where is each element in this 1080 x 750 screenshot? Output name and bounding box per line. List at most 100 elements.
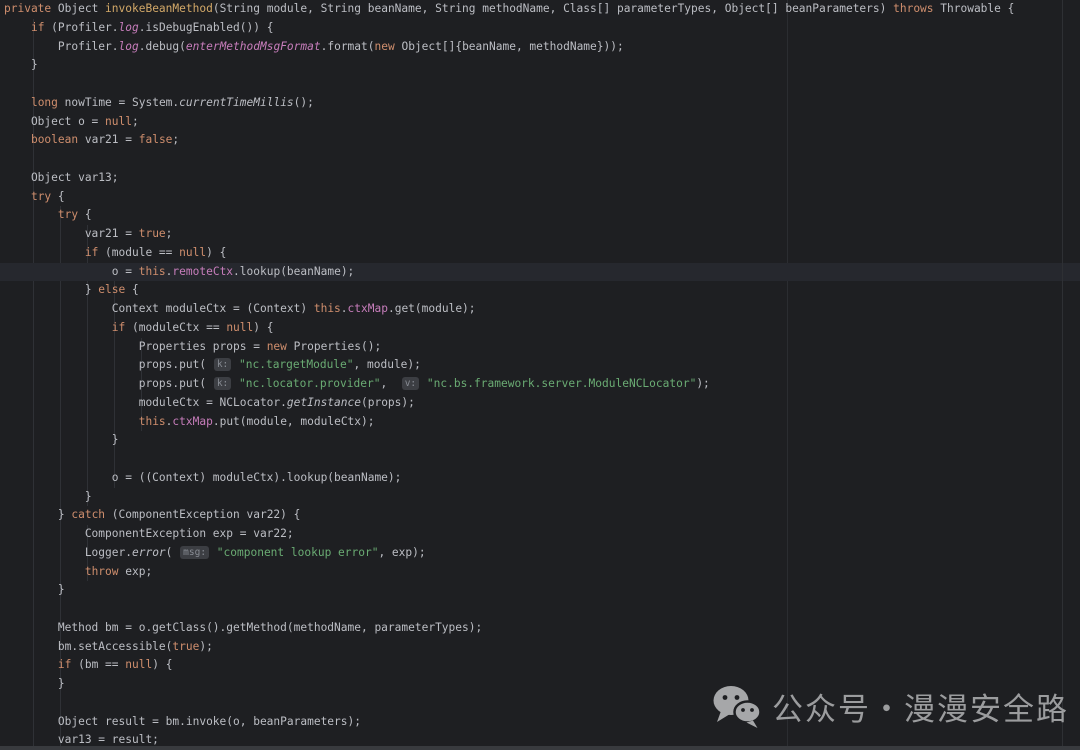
code-token: Object result = bm.invoke(o, beanParamet… [4, 715, 361, 728]
code-token: { [51, 190, 64, 203]
code-token: true [139, 227, 166, 240]
code-token [4, 658, 58, 671]
code-token: { [78, 208, 91, 221]
code-token: moduleCtx = NCLocator. [4, 396, 287, 409]
code-token: null [105, 115, 132, 128]
code-token: , exp); [378, 546, 425, 559]
code-token [4, 133, 31, 146]
code-token: } [4, 433, 119, 446]
code-token: ComponentException exp = var22; [4, 527, 294, 540]
code-token: bm.setAccessible( [4, 640, 172, 653]
code-token: "component lookup error" [217, 546, 379, 559]
code-token: false [139, 133, 173, 146]
code-token: o = ((Context) moduleCtx).lookup(beanNam… [4, 471, 401, 484]
code-token: o = [4, 265, 139, 278]
code-token: var21 = [4, 227, 139, 240]
code-token [420, 377, 427, 390]
code-token: new [267, 340, 287, 353]
code-token: } [4, 677, 65, 690]
code-token: "nc.locator.provider" [239, 377, 380, 390]
code-token: Throwable { [934, 2, 1015, 15]
code-editor[interactable]: private Object invokeBeanMethod(String m… [0, 0, 1080, 750]
code-line: try { [4, 188, 1080, 207]
code-token: currentTimeMillis [179, 96, 294, 109]
code-token: long [31, 96, 58, 109]
code-line: } [4, 581, 1080, 600]
code-token: . [341, 302, 348, 315]
code-line: var21 = true; [4, 225, 1080, 244]
code-token: (module == [98, 246, 179, 259]
inlay-hint: k: [214, 377, 231, 390]
code-line: } [4, 431, 1080, 450]
code-token [4, 565, 85, 578]
code-line: throw exp; [4, 563, 1080, 582]
code-line: Profiler.log.debug(enterMethodMsgFormat.… [4, 38, 1080, 57]
code-token: log [119, 40, 139, 53]
code-line: try { [4, 206, 1080, 225]
code-line [4, 150, 1080, 169]
code-token: } [4, 490, 92, 503]
code-token: } [4, 583, 65, 596]
code-token: } [4, 58, 38, 71]
code-token: Method bm = o.getClass().getMethod(metho… [4, 621, 482, 634]
code-token: Context moduleCtx = (Context) [4, 302, 314, 315]
code-token: ; [132, 115, 139, 128]
code-line [4, 600, 1080, 619]
code-token: try [31, 190, 51, 203]
code-token: boolean [31, 133, 78, 146]
code-line: Properties props = new Properties(); [4, 338, 1080, 357]
code-token: var13 = result; [4, 733, 159, 746]
code-token: ctxMap [172, 415, 212, 428]
code-token: Properties(); [287, 340, 381, 353]
code-token: new [375, 40, 395, 53]
code-token: ) { [206, 246, 226, 259]
code-token: error [132, 546, 166, 559]
code-token: throws [893, 2, 933, 15]
code-line: props.put( k: "nc.locator.provider", v: … [4, 375, 1080, 394]
code-token: } [4, 283, 98, 296]
code-token [4, 321, 112, 334]
code-token [4, 96, 31, 109]
code-token: , module); [354, 358, 421, 371]
code-token: (bm == [71, 658, 125, 671]
code-token [4, 190, 31, 203]
code-token: if [58, 658, 71, 671]
code-token: throw [85, 565, 119, 578]
code-token: null [125, 658, 152, 671]
code-line: } [4, 488, 1080, 507]
code-token: Object [51, 2, 105, 15]
code-token: Object var13; [4, 171, 119, 184]
code-token: .debug( [139, 40, 186, 53]
code-token: null [226, 321, 253, 334]
code-token: try [58, 208, 78, 221]
code-token: (ComponentException var22) { [105, 508, 300, 521]
code-token: catch [71, 508, 105, 521]
code-token: else [98, 283, 125, 296]
code-area[interactable]: private Object invokeBeanMethod(String m… [0, 0, 1080, 750]
code-line: } catch (ComponentException var22) { [4, 506, 1080, 525]
code-line: o = ((Context) moduleCtx).lookup(beanNam… [4, 469, 1080, 488]
code-token: invokeBeanMethod [105, 2, 213, 15]
code-token: if [85, 246, 98, 259]
code-line: private Object invokeBeanMethod(String m… [4, 0, 1080, 19]
code-token: this [314, 302, 341, 315]
code-line: } else { [4, 281, 1080, 300]
code-token: .format( [321, 40, 375, 53]
code-line: if (bm == null) { [4, 656, 1080, 675]
code-token: Object o = [4, 115, 105, 128]
code-token: Object[]{beanName, methodName})); [395, 40, 624, 53]
code-token: ( [166, 546, 179, 559]
code-token: this [139, 265, 166, 278]
code-line [4, 75, 1080, 94]
code-token: private [4, 2, 51, 15]
code-line: if (moduleCtx == null) { [4, 319, 1080, 338]
code-token: if [112, 321, 125, 334]
code-token: ctxMap [348, 302, 388, 315]
code-token: ) { [152, 658, 172, 671]
watermark-text: 公众号・漫漫安全路 [772, 684, 1069, 729]
code-token: null [179, 246, 206, 259]
code-line: Object o = null; [4, 113, 1080, 132]
code-token: Profiler. [4, 40, 119, 53]
code-line: moduleCtx = NCLocator.getInstance(props)… [4, 394, 1080, 413]
code-token: (moduleCtx == [125, 321, 226, 334]
